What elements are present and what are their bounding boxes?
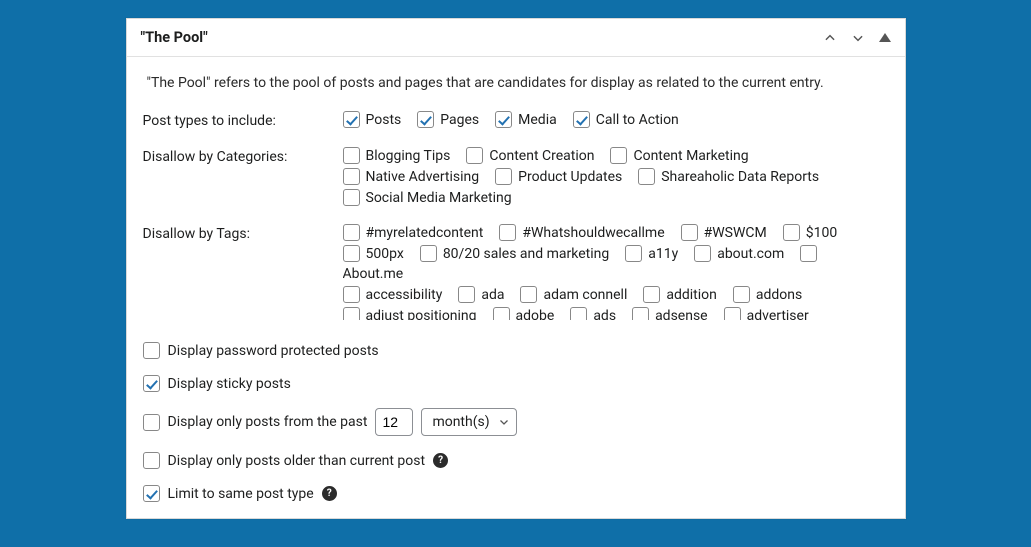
row-categories: Disallow by Categories: Blogging Tips Con… <box>143 147 889 206</box>
checkbox-label: Content Creation <box>489 148 594 164</box>
help-icon[interactable]: ? <box>433 453 448 468</box>
checkbox-sticky-posts[interactable] <box>143 375 160 392</box>
checkbox-label: #myrelatedcontent <box>366 225 484 241</box>
chevron-down-icon <box>498 416 510 428</box>
checkbox[interactable] <box>694 245 711 262</box>
panel-header-controls <box>823 31 891 45</box>
checkbox[interactable] <box>573 111 590 128</box>
option-label: Display sticky posts <box>168 376 291 392</box>
panel-title: "The Pool" <box>141 29 823 46</box>
checkbox-label: #Whatshouldwecallme <box>522 225 664 241</box>
label-categories: Disallow by Categories: <box>143 147 343 165</box>
checkbox-label: Content Marketing <box>633 148 748 164</box>
checkbox[interactable] <box>343 168 360 185</box>
checkbox-label: Social Media Marketing <box>366 190 512 206</box>
checkbox[interactable] <box>466 147 483 164</box>
checkbox[interactable] <box>343 147 360 164</box>
checkbox[interactable] <box>493 307 510 320</box>
checkbox[interactable] <box>724 307 741 320</box>
checkbox-label: accessibility <box>366 287 443 303</box>
option-same-post-type: Limit to same post type ? <box>143 485 889 502</box>
checkbox-label: Media <box>518 112 557 128</box>
option-label: Limit to same post type <box>168 486 314 502</box>
checkbox[interactable] <box>570 307 587 320</box>
checkbox[interactable] <box>610 147 627 164</box>
checkbox[interactable] <box>420 245 437 262</box>
checkbox[interactable] <box>417 111 434 128</box>
option-label: Display only posts from the past <box>168 414 368 430</box>
option-past-posts: Display only posts from the past month(s… <box>143 408 889 436</box>
past-unit-label: month(s) <box>432 414 489 430</box>
row-tags: Disallow by Tags: #myrelatedcontent #What… <box>143 224 889 320</box>
checkbox[interactable] <box>499 224 516 241</box>
checkbox-past-posts[interactable] <box>143 414 160 431</box>
label-tags: Disallow by Tags: <box>143 224 343 242</box>
tags-list: #myrelatedcontent #Whatshouldwecallme #WSW… <box>343 224 889 320</box>
checkbox[interactable] <box>343 111 360 128</box>
checkbox[interactable] <box>733 286 750 303</box>
checkbox-label: adsense <box>655 308 708 321</box>
move-up-icon[interactable] <box>823 31 837 45</box>
option-password-protected: Display password protected posts <box>143 342 889 359</box>
checkbox[interactable] <box>343 307 360 320</box>
checkbox[interactable] <box>800 245 817 262</box>
categories-list: Blogging Tips Content Creation Content Mar… <box>343 147 889 206</box>
checkbox-same-post-type[interactable] <box>143 485 160 502</box>
checkbox[interactable] <box>343 224 360 241</box>
checkbox-label: Product Updates <box>518 169 622 185</box>
checkbox-label: $100 <box>806 225 837 241</box>
checkbox-label: ads <box>593 308 616 321</box>
checkbox[interactable] <box>520 286 537 303</box>
option-label: Display only posts older than current po… <box>168 453 426 469</box>
checkbox-label: ada <box>481 287 504 303</box>
checkbox[interactable] <box>625 245 642 262</box>
move-down-icon[interactable] <box>851 31 865 45</box>
checkbox[interactable] <box>343 189 360 206</box>
help-icon[interactable]: ? <box>322 486 337 501</box>
checkbox[interactable] <box>681 224 698 241</box>
checkbox-label: About.me <box>343 266 404 282</box>
panel-header: "The Pool" <box>127 19 905 57</box>
checkbox[interactable] <box>495 111 512 128</box>
option-sticky-posts: Display sticky posts <box>143 375 889 392</box>
checkbox[interactable] <box>638 168 655 185</box>
checkbox-label: adjust positioning <box>366 308 477 321</box>
post-types-list: Posts Pages Media Call to Action <box>343 111 889 128</box>
label-post-types: Post types to include: <box>143 111 343 129</box>
checkbox-label: advertiser <box>747 308 809 321</box>
checkbox[interactable] <box>343 245 360 262</box>
settings-panel: "The Pool" "The Pool" refers to the pool… <box>126 18 906 519</box>
checkbox[interactable] <box>343 286 360 303</box>
checkbox-label: Pages <box>440 112 479 128</box>
option-label: Display password protected posts <box>168 343 379 359</box>
checkbox-password-protected[interactable] <box>143 342 160 359</box>
checkbox-label: adobe <box>516 308 555 321</box>
collapse-icon[interactable] <box>879 33 891 42</box>
checkbox[interactable] <box>643 286 660 303</box>
checkbox-label: Native Advertising <box>366 169 480 185</box>
checkbox-label: Call to Action <box>596 112 679 128</box>
checkbox[interactable] <box>458 286 475 303</box>
past-value-input[interactable] <box>375 408 413 436</box>
checkbox-label: Blogging Tips <box>366 148 451 164</box>
checkbox-label: addition <box>666 287 717 303</box>
panel-body: "The Pool" refers to the pool of posts a… <box>127 57 905 518</box>
checkbox-label: about.com <box>717 246 784 262</box>
checkbox[interactable] <box>632 307 649 320</box>
option-older-posts: Display only posts older than current po… <box>143 452 889 469</box>
checkbox-label: Shareaholic Data Reports <box>661 169 819 185</box>
checkbox-label: #WSWCM <box>704 225 767 241</box>
checkbox[interactable] <box>783 224 800 241</box>
row-post-types: Post types to include: Posts Pages Media Ca… <box>143 111 889 129</box>
panel-description: "The Pool" refers to the pool of posts a… <box>147 75 889 91</box>
checkbox-label: 500px <box>366 246 404 262</box>
checkbox-label: addons <box>756 287 802 303</box>
checkbox-label: 80/20 sales and marketing <box>443 246 609 262</box>
checkbox-label: adam connell <box>543 287 627 303</box>
checkbox-label: Posts <box>366 112 402 128</box>
checkbox[interactable] <box>495 168 512 185</box>
checkbox-label: a11y <box>648 246 678 262</box>
checkbox-older-posts[interactable] <box>143 452 160 469</box>
past-unit-select[interactable]: month(s) <box>421 408 516 436</box>
